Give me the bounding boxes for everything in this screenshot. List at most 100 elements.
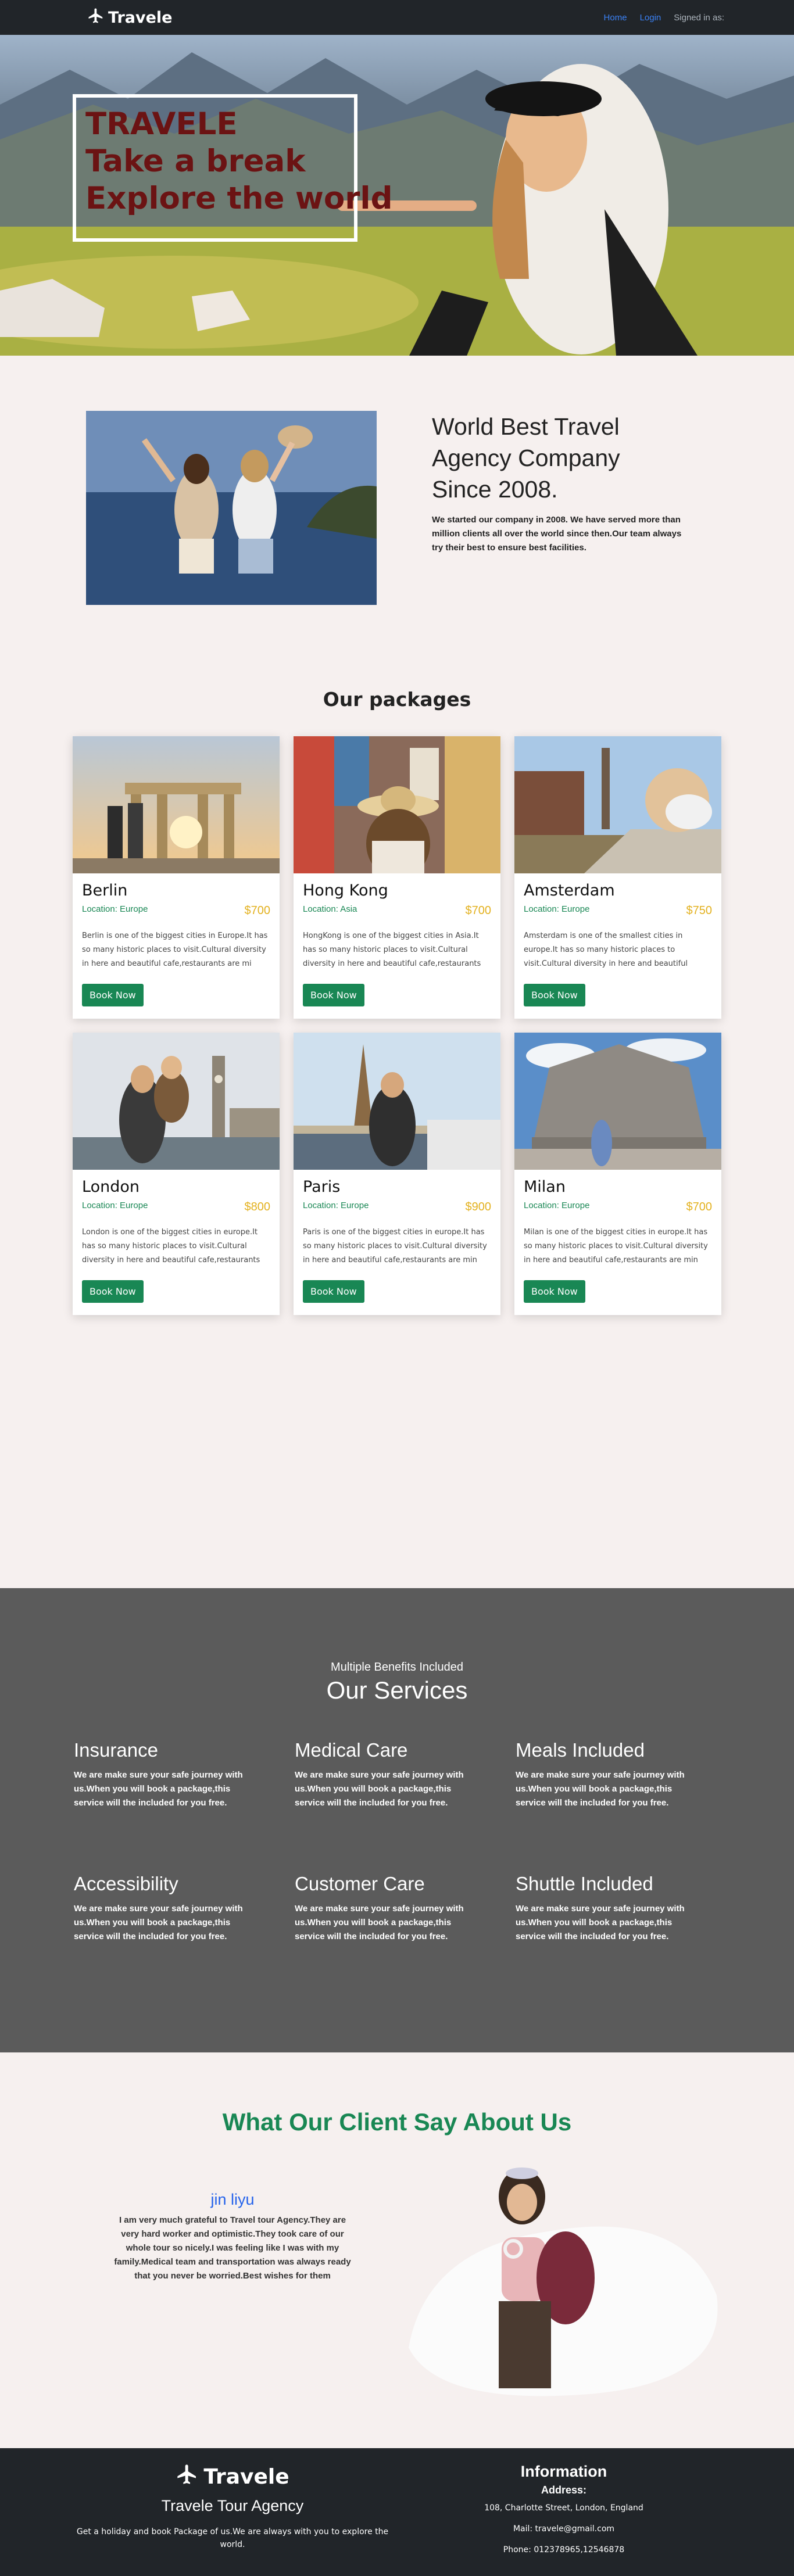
hero-banner: TRAVELE Take a break Explore the world xyxy=(0,35,794,356)
card-body: Hong Kong Location: Asia $700 HongKong i… xyxy=(294,873,500,1015)
nav-links: Home Login Signed in as: xyxy=(604,13,724,23)
package-location: Location: Europe xyxy=(524,904,590,914)
about-title: World Best Travel Agency Company Since 2… xyxy=(432,411,688,505)
card-body: London Location: Europe $800 London is o… xyxy=(73,1170,280,1311)
service-item: Insurance We are make sure your safe jou… xyxy=(66,1739,287,1810)
package-image-paris xyxy=(294,1033,500,1170)
service-item: Accessibility We are make sure your safe… xyxy=(66,1873,287,1944)
footer-logo[interactable]: Travele xyxy=(176,2463,289,2491)
package-price: $900 xyxy=(465,1201,492,1213)
package-description: Milan is one of the biggest cities in eu… xyxy=(524,1228,708,1264)
footer-phone: Phone: 012378965,12546878 xyxy=(503,2545,625,2554)
book-now-button[interactable]: Book Now xyxy=(524,984,585,1006)
package-location: Location: Europe xyxy=(524,1201,590,1210)
footer-mail: Mail: travele@gmail.com xyxy=(513,2524,615,2534)
package-card-hong-kong: Hong Kong Location: Asia $700 HongKong i… xyxy=(294,736,500,1019)
package-card-london: London Location: Europe $800 London is o… xyxy=(73,1033,280,1315)
card-meta: Location: Europe $700 xyxy=(82,904,270,918)
signed-in-text: Signed in as: xyxy=(674,12,724,23)
hero-line-3: Explore the world xyxy=(85,181,393,216)
package-city: Milan xyxy=(524,1178,566,1196)
testimonial-title: What Our Client Say About Us xyxy=(222,2108,572,2136)
package-image-amsterdam xyxy=(514,736,721,873)
book-now-button[interactable]: Book Now xyxy=(82,1280,144,1303)
package-card-berlin: Berlin Location: Europe $700 Berlin is o… xyxy=(73,736,280,1019)
package-city: London xyxy=(82,1178,140,1196)
client-photo xyxy=(403,2162,723,2406)
package-card-milan: Milan Location: Europe $700 Milan is one… xyxy=(514,1033,721,1315)
footer-description: Get a holiday and book Package of us.We … xyxy=(76,2527,389,2549)
services-section: Multiple Benefits Included Our Services … xyxy=(0,1588,794,2052)
package-price: $700 xyxy=(465,904,492,917)
plane-icon xyxy=(176,2463,199,2491)
package-description: Paris is one of the biggest cities in eu… xyxy=(303,1228,487,1264)
footer-info-title: Information xyxy=(520,2463,607,2480)
service-description: We are make sure your safe journey with … xyxy=(295,1904,464,1941)
package-city: Berlin xyxy=(82,882,128,900)
book-now-button[interactable]: Book Now xyxy=(303,1280,364,1303)
service-description: We are make sure your safe journey with … xyxy=(295,1770,464,1808)
service-name: Medical Care xyxy=(295,1739,408,1761)
service-item: Meals Included We are make sure your saf… xyxy=(507,1739,728,1810)
hero-line-1: TRAVELE xyxy=(85,106,238,142)
plane-icon xyxy=(87,7,105,28)
service-description: We are make sure your safe journey with … xyxy=(74,1904,243,1941)
client-name: jin liyu xyxy=(210,2191,255,2208)
about-title-line-1: World Best Travel xyxy=(432,413,620,440)
card-body: Berlin Location: Europe $700 Berlin is o… xyxy=(73,873,280,1015)
service-name: Accessibility xyxy=(74,1873,178,1894)
footer-info-block: Information Address: 108, Charlotte Stre… xyxy=(477,2463,651,2554)
footer-address-label: Address: xyxy=(541,2484,587,2496)
footer-agency-name: Travele Tour Agency xyxy=(161,2497,304,2514)
testimonial-section: What Our Client Say About Us jin liyu I … xyxy=(0,2052,794,2448)
services-title: Our Services xyxy=(326,1676,468,1704)
packages-section: Our packages Berlin Location: Europe $70… xyxy=(0,639,794,1588)
hero-text-box: TRAVELE Take a break Explore the world xyxy=(73,94,393,242)
service-name: Meals Included xyxy=(516,1739,645,1761)
brand-logo[interactable]: Travele xyxy=(87,7,172,28)
service-description: We are make sure your safe journey with … xyxy=(516,1770,685,1808)
book-now-button[interactable]: Book Now xyxy=(82,984,144,1006)
footer-brand-name: Travele xyxy=(203,2465,289,2489)
package-description: Amsterdam is one of the smallest cities … xyxy=(524,931,688,968)
service-name: Insurance xyxy=(74,1739,158,1761)
card-meta: Location: Europe $750 xyxy=(524,904,712,918)
service-item: Shuttle Included We are make sure your s… xyxy=(507,1873,728,1944)
package-location: Location: Europe xyxy=(82,904,148,914)
testimonial-quote: jin liyu I am very much grateful to Trav… xyxy=(113,2191,352,2283)
about-section: World Best Travel Agency Company Since 2… xyxy=(0,356,794,639)
card-meta: Location: Europe $900 xyxy=(303,1201,491,1214)
nav-login-link[interactable]: Login xyxy=(640,13,661,23)
package-city: Hong Kong xyxy=(303,882,388,900)
services-subtitle: Multiple Benefits Included xyxy=(331,1661,463,1674)
package-location: Location: Europe xyxy=(303,1201,369,1210)
book-now-button[interactable]: Book Now xyxy=(303,984,364,1006)
package-price: $750 xyxy=(686,904,713,917)
service-name: Customer Care xyxy=(295,1873,425,1894)
about-title-line-3: Since 2008. xyxy=(432,476,558,503)
about-image xyxy=(86,411,377,605)
book-now-button[interactable]: Book Now xyxy=(524,1280,585,1303)
package-location: Location: Asia xyxy=(303,904,357,914)
about-title-line-2: Agency Company xyxy=(432,445,620,471)
client-review: I am very much grateful to Travel tour A… xyxy=(114,2215,351,2281)
hero-line-2: Take a break xyxy=(85,144,306,179)
service-description: We are make sure your safe journey with … xyxy=(74,1770,243,1808)
package-card-amsterdam: Amsterdam Location: Europe $750 Amsterda… xyxy=(514,736,721,1019)
service-description: We are make sure your safe journey with … xyxy=(516,1904,685,1941)
package-image-milan xyxy=(514,1033,721,1170)
packages-grid: Berlin Location: Europe $700 Berlin is o… xyxy=(73,736,721,1315)
packages-title: Our packages xyxy=(323,688,471,711)
card-body: Milan Location: Europe $700 Milan is one… xyxy=(514,1170,721,1311)
nav-home-link[interactable]: Home xyxy=(604,13,627,23)
package-city: Paris xyxy=(303,1178,341,1196)
about-description: We started our company in 2008. We have … xyxy=(432,515,682,553)
brand-name: Travele xyxy=(108,8,173,27)
package-description: Berlin is one of the biggest cities in E… xyxy=(82,931,268,968)
services-grid: Insurance We are make sure your safe jou… xyxy=(66,1739,728,1944)
package-price: $700 xyxy=(244,904,271,917)
package-image-berlin xyxy=(73,736,280,873)
package-price: $800 xyxy=(244,1201,271,1213)
package-card-paris: Paris Location: Europe $900 Paris is one… xyxy=(294,1033,500,1315)
card-body: Paris Location: Europe $900 Paris is one… xyxy=(294,1170,500,1311)
